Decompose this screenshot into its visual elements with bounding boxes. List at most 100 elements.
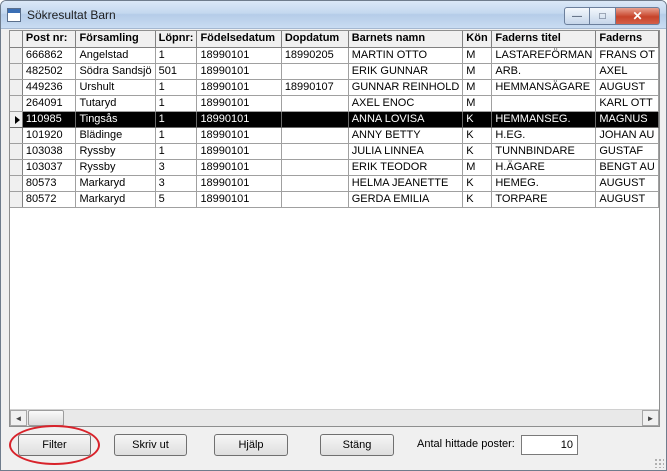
table-cell[interactable]: 18990101 bbox=[196, 95, 282, 112]
table-cell[interactable]: Södra Sandsjö bbox=[75, 63, 156, 80]
table-cell[interactable]: M bbox=[462, 95, 493, 112]
table-cell[interactable]: AUGUST bbox=[595, 175, 659, 192]
row-selector[interactable] bbox=[10, 95, 23, 112]
table-cell[interactable]: Ryssby bbox=[75, 159, 156, 176]
table-cell[interactable]: 1 bbox=[155, 143, 198, 160]
table-cell[interactable]: 110985 bbox=[22, 111, 77, 128]
table-cell[interactable] bbox=[281, 95, 349, 112]
table-cell[interactable]: MARTIN OTTO bbox=[348, 47, 464, 64]
table-cell[interactable]: 666862 bbox=[22, 47, 77, 64]
table-cell[interactable]: Markaryd bbox=[75, 175, 156, 192]
table-cell[interactable]: 1 bbox=[155, 127, 198, 144]
table-cell[interactable]: Urshult bbox=[75, 79, 156, 96]
row-selector[interactable] bbox=[10, 111, 23, 128]
table-cell[interactable]: BENGT AU bbox=[595, 159, 659, 176]
print-button[interactable]: Skriv ut bbox=[114, 434, 187, 456]
table-cell[interactable]: Ryssby bbox=[75, 143, 156, 160]
table-cell[interactable]: 18990101 bbox=[196, 63, 282, 80]
table-cell[interactable] bbox=[281, 175, 349, 192]
table-cell[interactable]: 18990101 bbox=[196, 79, 282, 96]
table-cell[interactable]: AXEL ENOC bbox=[348, 95, 464, 112]
table-cell[interactable]: 18990101 bbox=[196, 175, 282, 192]
scroll-left-icon[interactable]: ◄ bbox=[10, 410, 27, 426]
table-cell[interactable]: TORPARE bbox=[491, 191, 597, 208]
scroll-thumb[interactable] bbox=[28, 410, 64, 426]
results-grid[interactable]: Post nr: Församling Löpnr: Födelsedatum Dopd… bbox=[9, 30, 660, 427]
close-button[interactable]: Stäng bbox=[320, 434, 394, 456]
maximize-button[interactable]: □ bbox=[590, 7, 616, 25]
table-cell[interactable]: JULIA LINNEA bbox=[348, 143, 464, 160]
row-selector[interactable] bbox=[10, 47, 23, 64]
table-cell[interactable] bbox=[281, 159, 349, 176]
table-cell[interactable]: 18990101 bbox=[196, 191, 282, 208]
close-window-button[interactable]: ✕ bbox=[616, 7, 660, 25]
row-selector[interactable] bbox=[10, 127, 23, 144]
title-bar[interactable]: Sökresultat Barn — □ ✕ bbox=[1, 1, 666, 29]
table-row[interactable]: 80573 Markaryd 3 18990101 HELMA JEANETTE K HEM… bbox=[10, 175, 659, 192]
table-cell[interactable]: 18990101 bbox=[196, 159, 282, 176]
table-cell[interactable]: K bbox=[462, 191, 493, 208]
table-cell[interactable]: Blädinge bbox=[75, 127, 156, 144]
table-row[interactable]: 264091 Tutaryd 1 18990101 AXEL ENOC M KARL OTT bbox=[10, 95, 659, 112]
table-cell[interactable]: K bbox=[462, 175, 493, 192]
table-cell[interactable]: Markaryd bbox=[75, 191, 156, 208]
table-cell[interactable]: HEMEG. bbox=[491, 175, 597, 192]
table-cell[interactable]: H.ÄGARE bbox=[491, 159, 597, 176]
table-cell[interactable]: M bbox=[462, 79, 493, 96]
table-row[interactable]: 482502 Södra Sandsjö 501 18990101 ERIK GUNNA… bbox=[10, 63, 659, 80]
table-cell[interactable]: GERDA EMILIA bbox=[348, 191, 464, 208]
column-header[interactable]: Löpnr: bbox=[155, 31, 198, 48]
table-cell[interactable]: Tingsås bbox=[75, 111, 156, 128]
table-cell[interactable]: H.EG. bbox=[491, 127, 597, 144]
scroll-right-icon[interactable]: ► bbox=[642, 410, 659, 426]
table-row[interactable]: 101920 Blädinge 1 18990101 ANNY BETTY K H.EG. J… bbox=[10, 127, 659, 144]
table-cell[interactable]: TUNNBINDARE bbox=[491, 143, 597, 160]
help-button[interactable]: Hjälp bbox=[214, 434, 288, 456]
row-selector[interactable] bbox=[10, 175, 23, 192]
table-row[interactable]: 103038 Ryssby 1 18990101 JULIA LINNEA K TUNNBI… bbox=[10, 143, 659, 160]
column-header[interactable]: Post nr: bbox=[22, 31, 77, 48]
table-cell[interactable]: MAGNUS bbox=[595, 111, 659, 128]
table-cell[interactable]: 101920 bbox=[22, 127, 77, 144]
table-cell[interactable]: 103037 bbox=[22, 159, 77, 176]
table-cell[interactable]: JOHAN AU bbox=[595, 127, 659, 144]
row-selector[interactable] bbox=[10, 191, 23, 208]
table-cell[interactable]: 18990101 bbox=[196, 47, 282, 64]
table-cell[interactable]: AUGUST bbox=[595, 79, 659, 96]
table-cell[interactable]: 18990101 bbox=[196, 143, 282, 160]
table-cell[interactable]: 3 bbox=[155, 175, 198, 192]
table-cell[interactable]: K bbox=[462, 127, 493, 144]
table-row[interactable]: 103037 Ryssby 3 18990101 ERIK TEODOR M H.ÄGARE… bbox=[10, 159, 659, 176]
column-header[interactable]: Födelsedatum bbox=[196, 31, 282, 48]
column-header[interactable]: Dopdatum bbox=[281, 31, 349, 48]
table-cell[interactable]: KARL OTT bbox=[595, 95, 659, 112]
table-row[interactable]: 449236 Urshult 1 18990101 18990107 GUNNAR REI… bbox=[10, 79, 659, 96]
table-row[interactable]: 110985 Tingsås 1 18990101 ANNA LOVISA K HEMMAN… bbox=[10, 111, 659, 128]
table-cell[interactable]: K bbox=[462, 143, 493, 160]
row-selector[interactable] bbox=[10, 79, 23, 96]
table-cell[interactable]: HELMA JEANETTE bbox=[348, 175, 464, 192]
table-cell[interactable]: 1 bbox=[155, 47, 198, 64]
column-header[interactable]: Församling bbox=[75, 31, 156, 48]
row-selector[interactable] bbox=[10, 159, 23, 176]
table-cell[interactable]: Tutaryd bbox=[75, 95, 156, 112]
table-cell[interactable]: 18990107 bbox=[281, 79, 349, 96]
table-cell[interactable]: ERIK GUNNAR bbox=[348, 63, 464, 80]
table-cell[interactable]: M bbox=[462, 159, 493, 176]
column-header[interactable]: Kön bbox=[462, 31, 493, 48]
table-cell[interactable]: 80573 bbox=[22, 175, 77, 192]
table-cell[interactable] bbox=[281, 127, 349, 144]
table-cell[interactable]: 1 bbox=[155, 111, 198, 128]
table-cell[interactable]: LASTAREFÖRMAN bbox=[491, 47, 597, 64]
table-cell[interactable]: GUSTAF bbox=[595, 143, 659, 160]
row-selector[interactable] bbox=[10, 143, 23, 160]
table-cell[interactable]: 1 bbox=[155, 79, 198, 96]
table-cell[interactable] bbox=[281, 111, 349, 128]
table-cell[interactable]: 482502 bbox=[22, 63, 77, 80]
table-cell[interactable]: 3 bbox=[155, 159, 198, 176]
row-selector[interactable] bbox=[10, 63, 23, 80]
table-cell[interactable]: M bbox=[462, 63, 493, 80]
table-cell[interactable]: HEMMANSÄGARE bbox=[491, 79, 597, 96]
minimize-button[interactable]: — bbox=[564, 7, 590, 25]
table-cell[interactable]: 501 bbox=[155, 63, 198, 80]
